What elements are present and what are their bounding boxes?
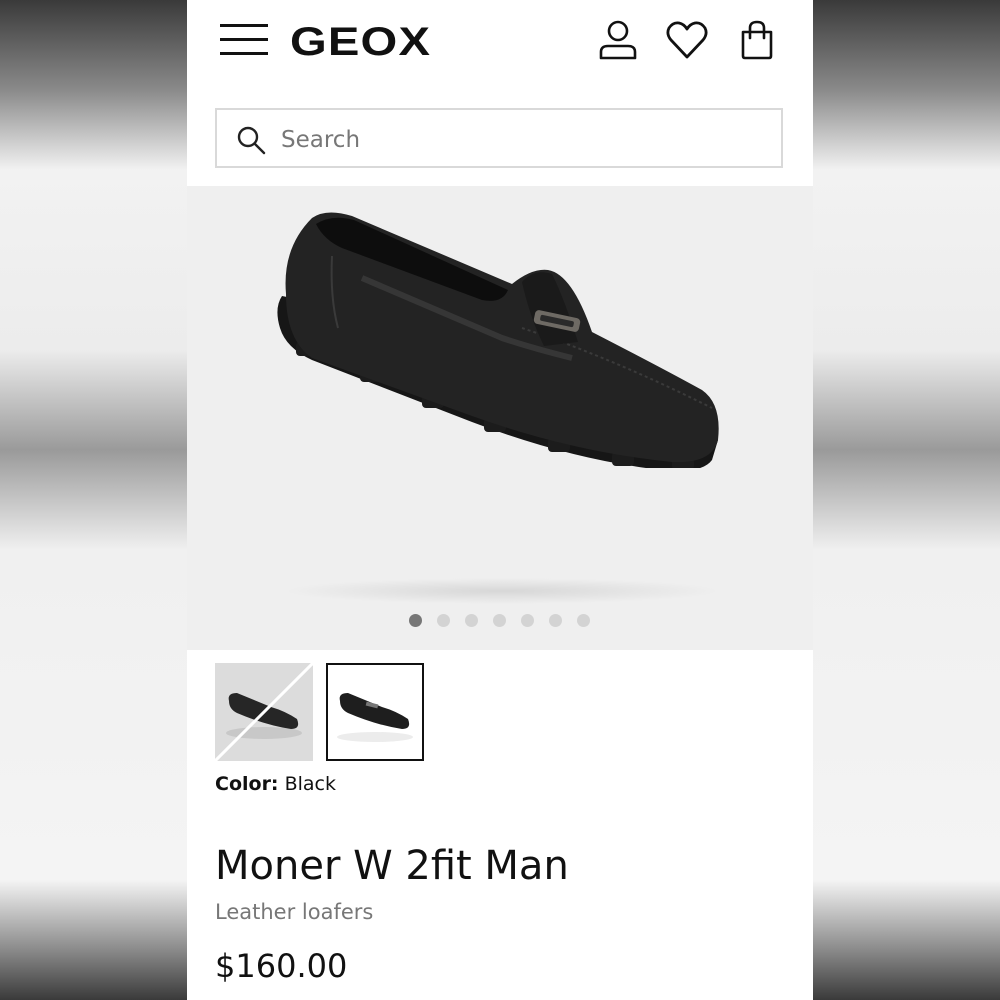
user-icon[interactable] <box>596 18 640 62</box>
heart-icon[interactable] <box>665 18 709 62</box>
carousel-dot[interactable] <box>409 614 422 627</box>
carousel-dot[interactable] <box>577 614 590 627</box>
search-input[interactable] <box>279 120 763 160</box>
carousel-dot[interactable] <box>549 614 562 627</box>
carousel-dot[interactable] <box>437 614 450 627</box>
color-swatch-unavailable[interactable] <box>215 663 313 761</box>
product-category: Leather loafers <box>215 900 374 924</box>
carousel-dot[interactable] <box>493 614 506 627</box>
product-price: $160.00 <box>215 947 348 985</box>
search-bar[interactable] <box>215 108 783 168</box>
carousel-dot[interactable] <box>465 614 478 627</box>
mobile-page: GEOX Search Color: Black Moner W 2fit Ma… <box>187 0 813 1000</box>
carousel-dot[interactable] <box>521 614 534 627</box>
product-image-carousel[interactable] <box>187 186 813 650</box>
color-selection: Color: Black <box>215 773 336 795</box>
background-blur-right <box>813 0 1000 1000</box>
search-icon <box>237 126 266 155</box>
shopping-bag-icon[interactable] <box>735 18 779 62</box>
hamburger-menu-icon[interactable] <box>220 22 268 58</box>
product-shadow <box>282 578 722 604</box>
background-blur-left <box>0 0 187 1000</box>
color-value: Black <box>284 773 336 795</box>
product-image-loafer <box>277 212 719 468</box>
top-header: GEOX <box>187 0 813 95</box>
product-title: Moner W 2fit Man <box>215 843 569 889</box>
color-label: Color: <box>215 773 279 795</box>
color-swatch-black-selected[interactable] <box>326 663 424 761</box>
brand-logo[interactable]: GEOX <box>290 20 431 64</box>
